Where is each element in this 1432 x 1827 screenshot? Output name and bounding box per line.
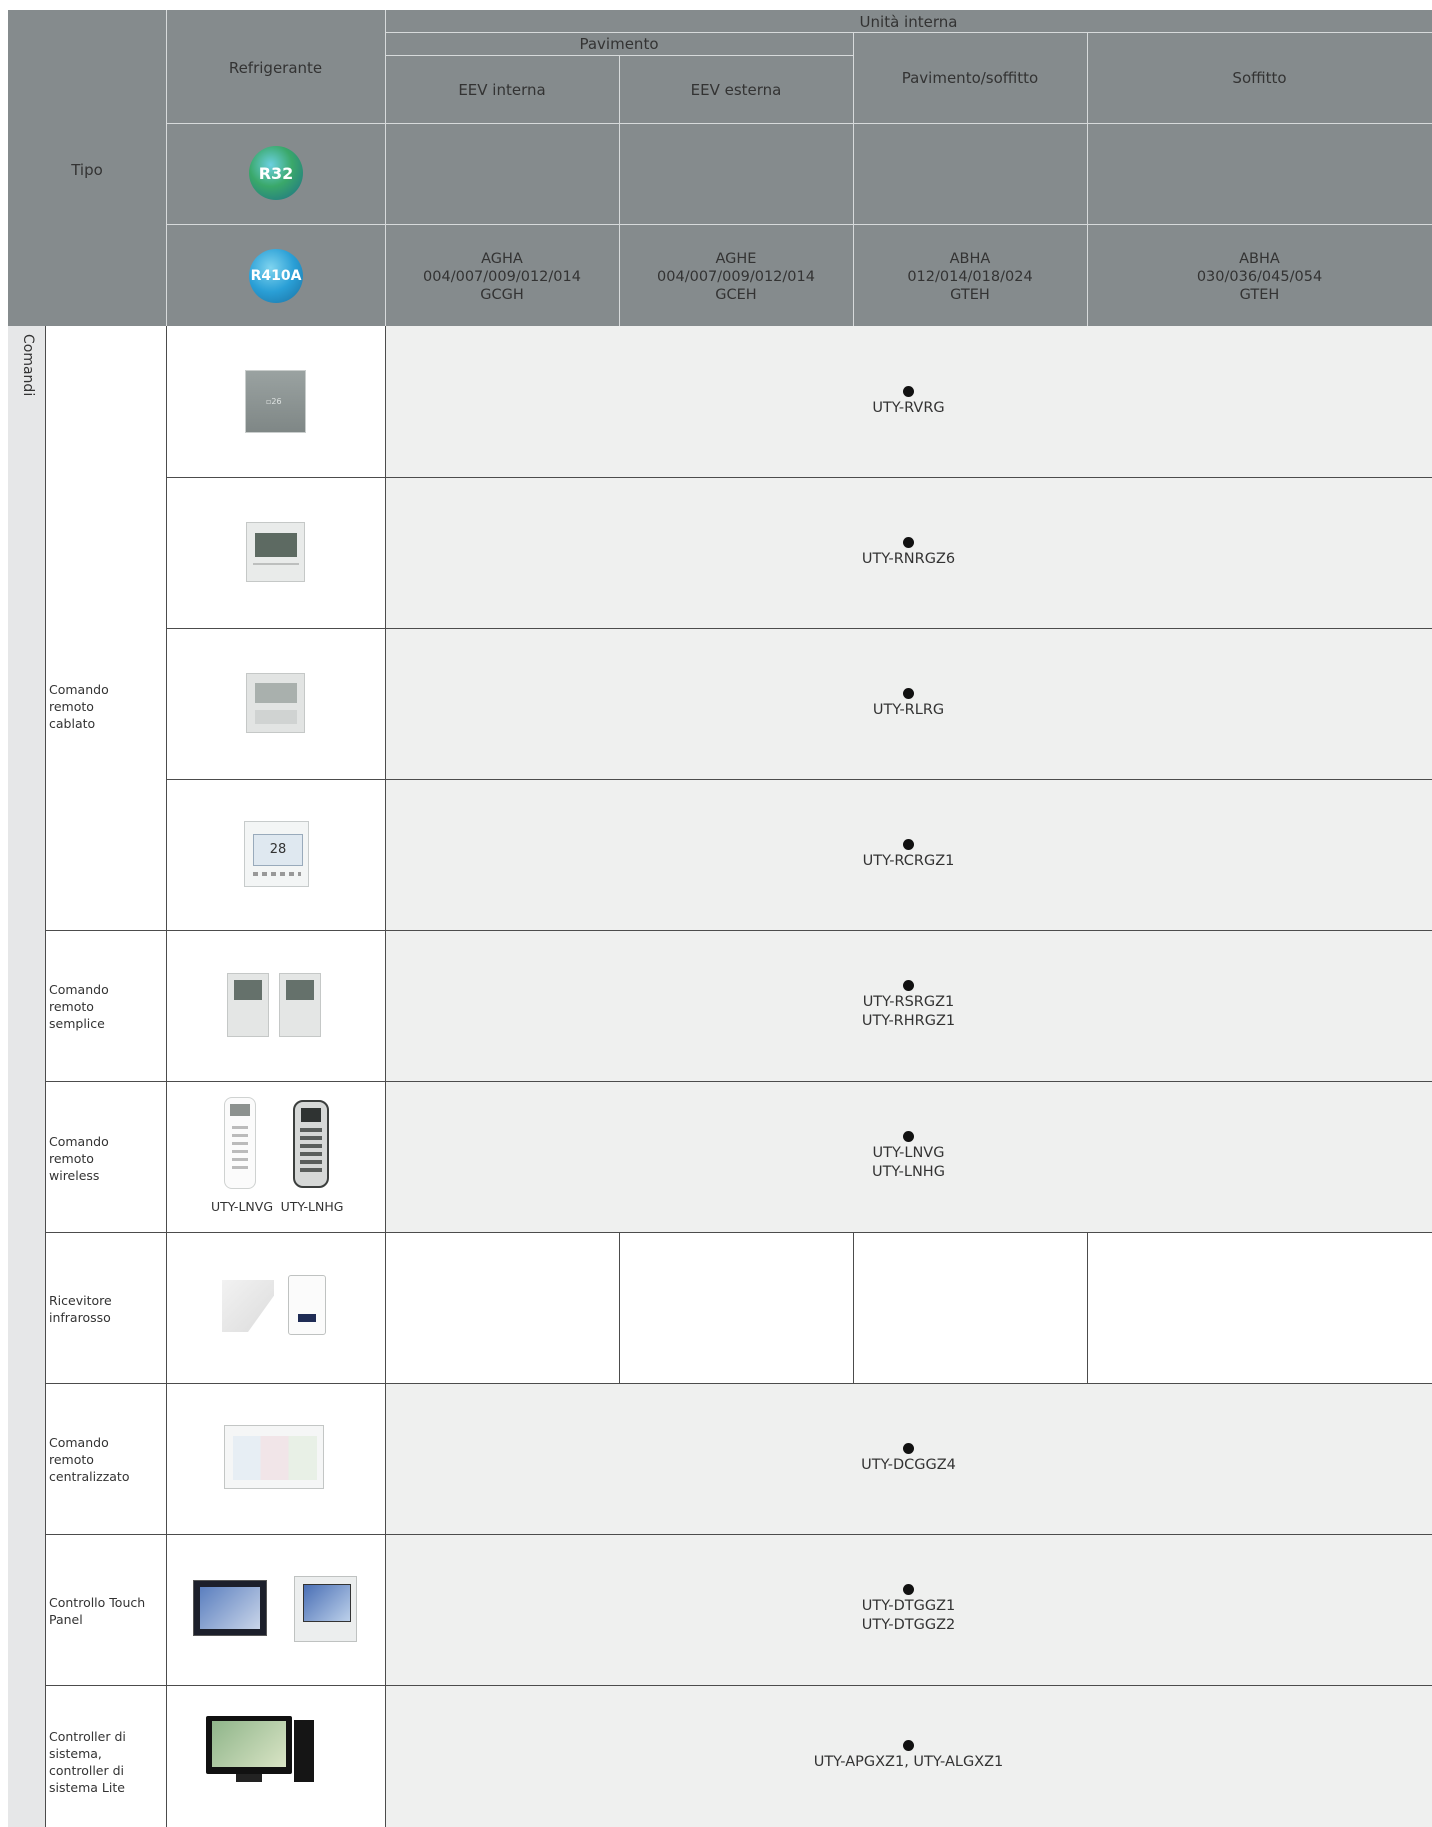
remote-rhrgz1-image bbox=[279, 973, 321, 1037]
row-value-rnrgz6: UTY-RNRGZ6 bbox=[385, 477, 1432, 628]
r410a-refrigerant-logo: R410A bbox=[249, 249, 303, 303]
wireless-caption-lnhg: UTY-LNHG bbox=[280, 1199, 344, 1214]
side-label-column: Comandi bbox=[8, 326, 45, 1827]
header-col-soffitto: Soffitto bbox=[1232, 69, 1287, 87]
system-controller-pc-image bbox=[206, 1716, 314, 1786]
remote-rlrg-image bbox=[246, 673, 305, 733]
ir-receiver-corner-image bbox=[222, 1280, 274, 1332]
remote-rcrgz1-image: 28 bbox=[244, 821, 309, 887]
header-col-eev-interna: EEV interna bbox=[458, 81, 546, 99]
group-label-cablato: Comando remoto cablato bbox=[49, 682, 109, 731]
header-pavimento: Pavimento bbox=[579, 35, 659, 53]
touch-panel-dtggz2-image bbox=[294, 1576, 357, 1642]
header-unita-interna: Unità interna bbox=[859, 13, 958, 31]
group-label-centralizzato: Comando remoto centralizzato bbox=[49, 1435, 130, 1484]
row-value-rcrgz1: UTY-RCRGZ1 bbox=[385, 779, 1432, 930]
availability-dot bbox=[903, 838, 914, 850]
central-remote-dcggz4-image bbox=[224, 1425, 324, 1489]
group-label-controller: Controller di sistema, controller di sis… bbox=[49, 1729, 126, 1795]
header-refrigerante: Refrigerante bbox=[228, 59, 323, 77]
availability-dot bbox=[903, 1442, 914, 1454]
availability-dot bbox=[903, 1131, 914, 1142]
group-label-wireless: Comando remoto wireless bbox=[49, 1134, 109, 1183]
availability-dot bbox=[903, 1740, 914, 1751]
availability-dot bbox=[903, 980, 914, 991]
row-value-wireless: UTY-LNVG UTY-LNHG bbox=[385, 1081, 1432, 1232]
wireless-caption-lnvg: UTY-LNVG bbox=[211, 1199, 273, 1214]
availability-dot bbox=[903, 1584, 914, 1595]
row-value-centralizzato: UTY-DCGGZ4 bbox=[385, 1383, 1432, 1534]
header-tipo: Tipo bbox=[71, 161, 103, 179]
header-col-pavimento-soffitto: Pavimento/soffitto bbox=[901, 69, 1039, 87]
side-label-comandi: Comandi bbox=[20, 334, 36, 397]
thermostat-rvrg-image: ▫26 bbox=[245, 370, 306, 433]
remote-rnrgz6-image bbox=[246, 522, 305, 582]
row-value-touch-panel: UTY-DTGGZ1 UTY-DTGGZ2 bbox=[385, 1534, 1432, 1685]
availability-dot bbox=[903, 385, 914, 397]
remote-rsrgz1-image bbox=[227, 973, 269, 1037]
row-value-rlrg: UTY-RLRG bbox=[385, 628, 1432, 779]
row-value-rvrg: UTY-RVRG bbox=[385, 326, 1432, 477]
group-label-semplice: Comando remoto semplice bbox=[49, 982, 109, 1031]
model-eev-interna: AGHA 004/007/009/012/014 GCGH bbox=[423, 251, 581, 303]
header-col-eev-esterna: EEV esterna bbox=[690, 81, 782, 99]
r32-refrigerant-logo: R32 bbox=[249, 146, 303, 200]
ir-receiver-wall-image bbox=[288, 1275, 326, 1335]
model-pavimento-soffitto: ABHA 012/014/018/024 GTEH bbox=[907, 251, 1033, 303]
touch-panel-dtggz1-image bbox=[193, 1580, 267, 1636]
row-value-system-controller: UTY-APGXZ1, UTY-ALGXZ1 bbox=[385, 1685, 1432, 1827]
model-soffitto: ABHA 030/036/045/054 GTEH bbox=[1196, 251, 1323, 303]
group-label-ricevitore: Ricevitore infrarosso bbox=[49, 1293, 112, 1325]
remote-lnhg-image bbox=[293, 1100, 329, 1188]
row-value-semplice: UTY-RSRGZ1 UTY-RHRGZ1 bbox=[385, 930, 1432, 1081]
group-label-touch-panel: Controllo Touch Panel bbox=[49, 1595, 146, 1627]
model-eev-esterna: AGHE 004/007/009/012/014 GCEH bbox=[657, 251, 815, 303]
remote-lnvg-image bbox=[224, 1097, 256, 1189]
availability-dot bbox=[903, 536, 914, 548]
availability-dot bbox=[903, 687, 914, 699]
